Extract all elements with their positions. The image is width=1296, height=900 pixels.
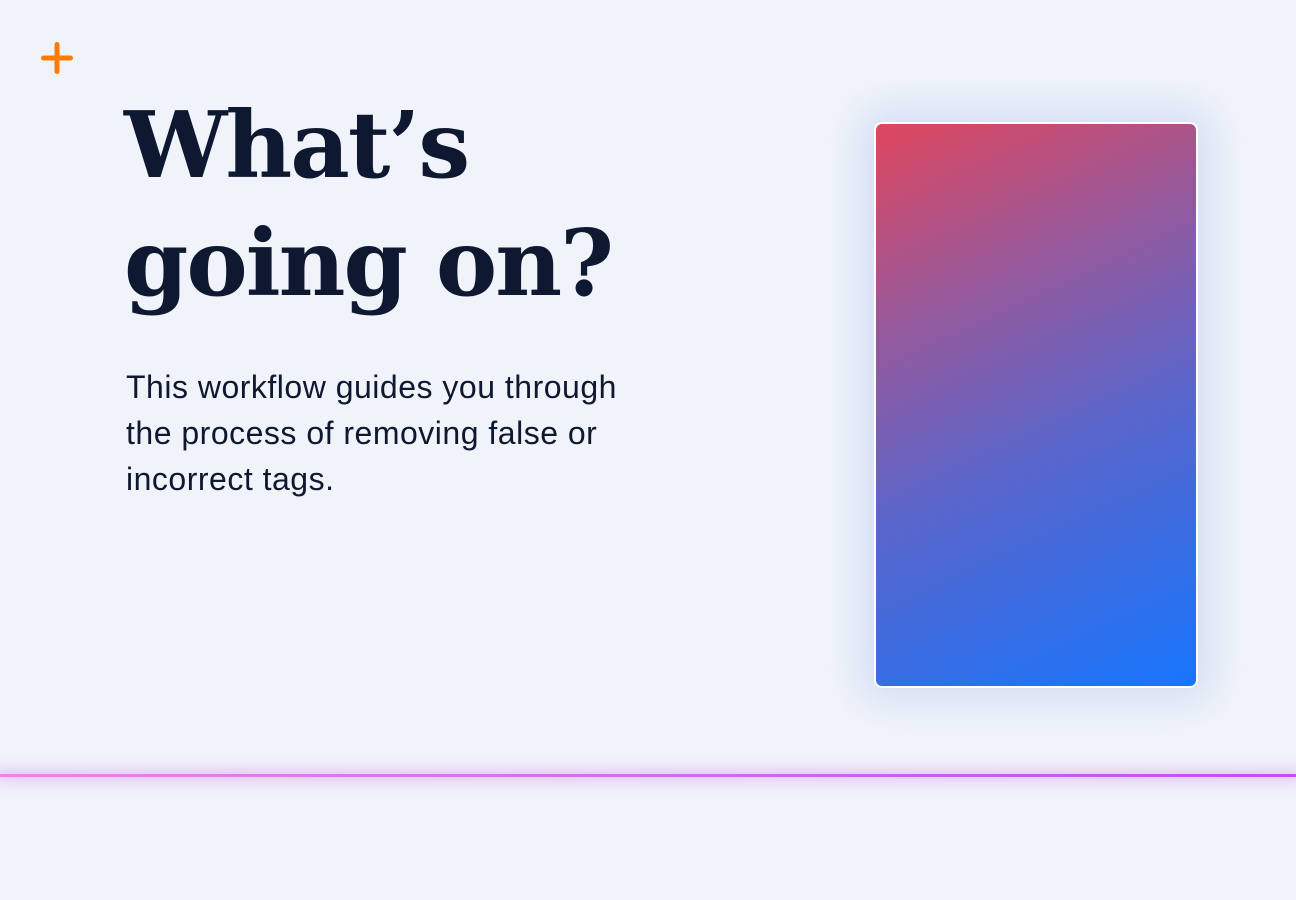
description-line: This workflow guides you through [126,369,617,405]
gradient-illustration-card [874,122,1198,688]
divider-line [0,774,1296,777]
plus-icon [40,41,74,75]
page-title: What’s going on? [124,86,764,322]
page-title-line: going on? [124,209,614,317]
page-title-line: What’s [124,91,470,199]
workflow-description: This workflow guides you through the pro… [126,364,726,502]
description-line: the process of removing false or [126,415,598,451]
description-line: incorrect tags. [126,461,335,497]
